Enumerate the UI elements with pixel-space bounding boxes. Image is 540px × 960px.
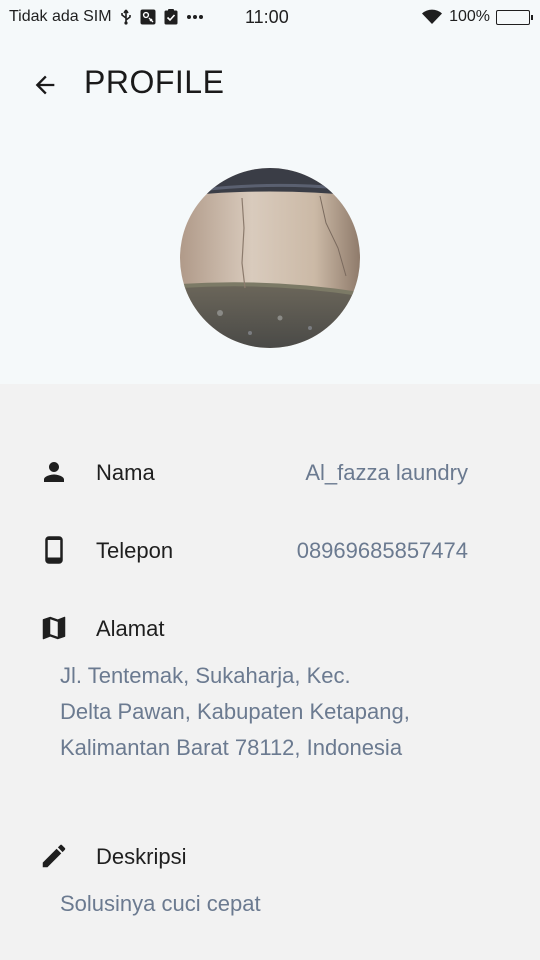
map-icon bbox=[38, 612, 70, 644]
person-icon bbox=[38, 456, 70, 488]
pencil-icon bbox=[38, 840, 70, 872]
battery-text: 100% bbox=[449, 8, 490, 25]
telepon-label: Telepon bbox=[96, 538, 174, 563]
battery-icon bbox=[496, 9, 533, 25]
avatar-photo bbox=[180, 168, 360, 348]
status-right: 100% bbox=[421, 8, 533, 26]
alamat-value: Jl. Tentemak, Sukaharja, Kec. Delta Pawa… bbox=[60, 658, 500, 766]
alamat-line: Jl. Tentemak, Sukaharja, Kec. bbox=[60, 663, 351, 688]
avatar[interactable] bbox=[180, 168, 360, 348]
debug-icon bbox=[140, 9, 156, 25]
alamat-label: Alamat bbox=[96, 616, 165, 641]
nama-value: Al_fazza laundry bbox=[305, 460, 468, 485]
deskripsi-value: Solusinya cuci cepat bbox=[60, 891, 261, 916]
deskripsi-label: Deskripsi bbox=[96, 844, 187, 869]
status-left: Tidak ada SIM bbox=[9, 8, 204, 26]
alamat-line: Kalimantan Barat 78112, Indonesia bbox=[60, 735, 403, 760]
alamat-line: Delta Pawan, Kabupaten Ketapang, bbox=[60, 699, 410, 724]
arrow-back-icon bbox=[35, 75, 55, 95]
status-time: 11:00 bbox=[245, 7, 289, 27]
wifi-icon bbox=[421, 9, 443, 25]
nama-label: Nama bbox=[96, 460, 155, 485]
page-title: PROFILE bbox=[84, 64, 225, 100]
profile-info: Nama Al_fazza laundry Telepon 0896968585… bbox=[0, 384, 540, 960]
usb-icon bbox=[120, 9, 132, 25]
telepon-value: 08969685857474 bbox=[296, 538, 468, 563]
profile-header: PROFILE bbox=[0, 36, 540, 384]
status-bar: Tidak ada SIM 11:00 100% bbox=[0, 0, 540, 36]
phone-icon bbox=[38, 534, 70, 566]
clipboard-check-icon bbox=[164, 9, 178, 25]
back-button[interactable] bbox=[30, 70, 60, 100]
more-dots-icon bbox=[186, 14, 204, 20]
carrier-text: Tidak ada SIM bbox=[9, 8, 112, 25]
